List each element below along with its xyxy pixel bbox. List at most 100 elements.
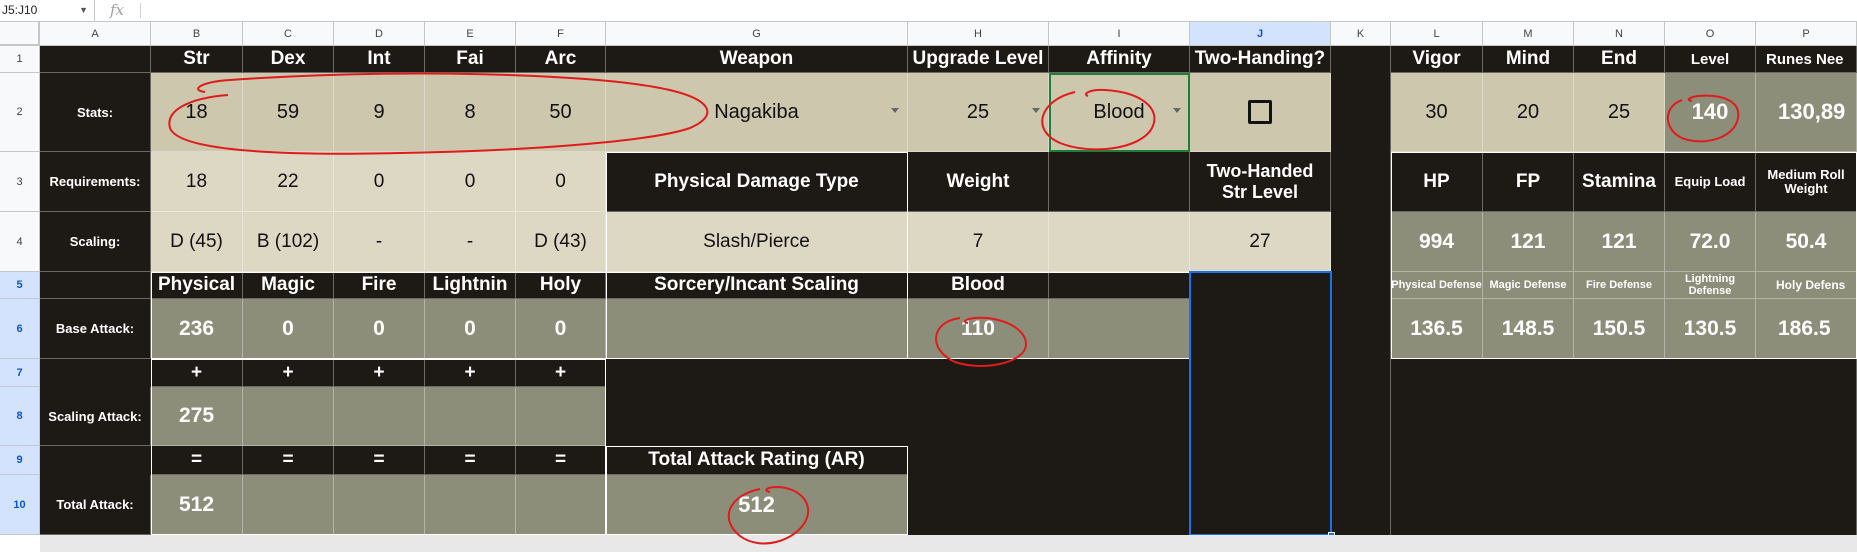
header-blood[interactable]: Blood xyxy=(908,272,1049,299)
header-fai[interactable]: Fai xyxy=(425,46,516,73)
column-header-c[interactable]: C xyxy=(243,22,334,46)
header-fire[interactable]: Fire xyxy=(334,272,425,299)
header-runes-needed[interactable]: Runes Nee xyxy=(1756,46,1857,73)
req-fai[interactable]: 0 xyxy=(425,152,516,212)
header-magic-defense[interactable]: Magic Defense xyxy=(1483,272,1574,299)
header-fire-defense[interactable]: Fire Defense xyxy=(1574,272,1665,299)
holy-defense-value[interactable]: 186.5 xyxy=(1756,299,1857,359)
column-header-a[interactable]: A xyxy=(40,22,151,46)
plus-lightning[interactable]: + xyxy=(425,359,516,387)
affinity-dropdown[interactable]: Blood xyxy=(1049,73,1190,152)
weapon-dropdown[interactable]: Nagakiba xyxy=(606,73,908,152)
column-header-h[interactable]: H xyxy=(908,22,1049,46)
level-value[interactable]: 140 xyxy=(1665,73,1756,152)
horizontal-scrollbar[interactable] xyxy=(40,535,1857,552)
scaling-attack-lightning[interactable] xyxy=(425,387,516,446)
header-sorcery-incant-scaling[interactable]: Sorcery/Incant Scaling xyxy=(606,272,908,299)
total-attack-physical[interactable]: 512 xyxy=(151,475,243,535)
column-header-k[interactable]: K xyxy=(1331,22,1391,46)
header-physical-defense[interactable]: Physical Defense xyxy=(1391,272,1483,299)
req-arc[interactable]: 0 xyxy=(516,152,606,212)
stat-arc[interactable]: 50 xyxy=(516,73,606,152)
column-header-m[interactable]: M xyxy=(1483,22,1574,46)
column-header-b[interactable]: B xyxy=(151,22,243,46)
header-magic[interactable]: Magic xyxy=(243,272,334,299)
equals-physical[interactable]: = xyxy=(151,446,243,475)
plus-fire[interactable]: + xyxy=(334,359,425,387)
column-header-e[interactable]: E xyxy=(425,22,516,46)
row-header-9[interactable]: 9 xyxy=(0,446,40,475)
label-base-attack[interactable]: Base Attack: xyxy=(40,299,151,359)
row-header-3[interactable]: 3 xyxy=(0,152,40,212)
scaling-attack-holy[interactable] xyxy=(516,387,606,446)
formula-input[interactable] xyxy=(150,0,1857,21)
column-header-d[interactable]: D xyxy=(334,22,425,46)
two-handing-cell[interactable] xyxy=(1190,73,1331,152)
header-stamina[interactable]: Stamina xyxy=(1574,152,1665,212)
total-attack-rating-value[interactable]: 512 xyxy=(606,475,908,535)
header-hp[interactable]: HP xyxy=(1391,152,1483,212)
sorcery-incant-scaling-value[interactable] xyxy=(606,299,908,359)
header-equip-load[interactable]: Equip Load xyxy=(1665,152,1756,212)
plus-holy[interactable]: + xyxy=(516,359,606,387)
upgrade-level-dropdown[interactable]: 25 xyxy=(908,73,1049,152)
chevron-down-icon[interactable] xyxy=(891,108,899,113)
total-attack-magic[interactable] xyxy=(243,475,334,535)
header-lightning-defense[interactable]: Lightning Defense xyxy=(1665,272,1756,299)
header-two-handed-str-level[interactable]: Two-Handed Str Level xyxy=(1190,152,1331,212)
equals-fire[interactable]: = xyxy=(334,446,425,475)
header-physical[interactable]: Physical xyxy=(151,272,243,299)
header-weapon[interactable]: Weapon xyxy=(606,46,908,73)
scaling-dex[interactable]: B (102) xyxy=(243,212,334,272)
header-int[interactable]: Int xyxy=(334,46,425,73)
header-fp[interactable]: FP xyxy=(1483,152,1574,212)
two-handing-checkbox[interactable] xyxy=(1248,100,1272,124)
physical-defense-value[interactable]: 136.5 xyxy=(1391,299,1483,359)
chevron-down-icon[interactable]: ▼ xyxy=(79,0,88,21)
stat-end[interactable]: 25 xyxy=(1574,73,1665,152)
row-header-8[interactable]: 8 xyxy=(0,387,40,446)
cell-a5[interactable] xyxy=(40,272,151,299)
header-upgrade-level[interactable]: Upgrade Level xyxy=(908,46,1049,73)
base-attack-magic[interactable]: 0 xyxy=(243,299,334,359)
header-affinity[interactable]: Affinity xyxy=(1049,46,1190,73)
header-two-handing[interactable]: Two-Handing? xyxy=(1190,46,1331,73)
scaling-attack-physical[interactable]: 275 xyxy=(151,387,243,446)
equip-load-value[interactable]: 72.0 xyxy=(1665,212,1756,272)
req-str[interactable]: 18 xyxy=(151,152,243,212)
physical-damage-type-value[interactable]: Slash/Pierce xyxy=(606,212,908,272)
select-all-corner[interactable] xyxy=(0,22,40,46)
stat-vigor[interactable]: 30 xyxy=(1391,73,1483,152)
row-header-2[interactable]: 2 xyxy=(0,73,40,152)
cell-i5[interactable] xyxy=(1049,272,1190,299)
column-header-p[interactable]: P xyxy=(1756,22,1857,46)
header-physical-damage-type[interactable]: Physical Damage Type xyxy=(606,152,908,212)
row-header-5[interactable]: 5 xyxy=(0,272,40,299)
column-header-l[interactable]: L xyxy=(1391,22,1483,46)
magic-defense-value[interactable]: 148.5 xyxy=(1483,299,1574,359)
chevron-down-icon[interactable] xyxy=(1173,108,1181,113)
stat-mind[interactable]: 20 xyxy=(1483,73,1574,152)
column-header-f[interactable]: F xyxy=(516,22,606,46)
header-holy-defense[interactable]: Holy Defens xyxy=(1756,272,1857,299)
total-attack-lightning[interactable] xyxy=(425,475,516,535)
header-dex[interactable]: Dex xyxy=(243,46,334,73)
header-vigor[interactable]: Vigor xyxy=(1391,46,1483,73)
plus-physical[interactable]: + xyxy=(151,359,243,387)
total-attack-holy[interactable] xyxy=(516,475,606,535)
header-str[interactable]: Str xyxy=(151,46,243,73)
label-total-attack[interactable]: Total Attack: xyxy=(40,475,151,535)
row-header-7[interactable]: 7 xyxy=(0,359,40,387)
stat-int[interactable]: 9 xyxy=(334,73,425,152)
stamina-value[interactable]: 121 xyxy=(1574,212,1665,272)
scaling-arc[interactable]: D (43) xyxy=(516,212,606,272)
stat-dex[interactable]: 59 xyxy=(243,73,334,152)
equals-magic[interactable]: = xyxy=(243,446,334,475)
stat-str[interactable]: 18 xyxy=(151,73,243,152)
weight-value[interactable]: 7 xyxy=(908,212,1049,272)
label-requirements[interactable]: Requirements: xyxy=(40,152,151,212)
header-mind[interactable]: Mind xyxy=(1483,46,1574,73)
cell-i3[interactable] xyxy=(1049,152,1190,212)
cell-a1[interactable] xyxy=(40,46,151,73)
header-arc[interactable]: Arc xyxy=(516,46,606,73)
